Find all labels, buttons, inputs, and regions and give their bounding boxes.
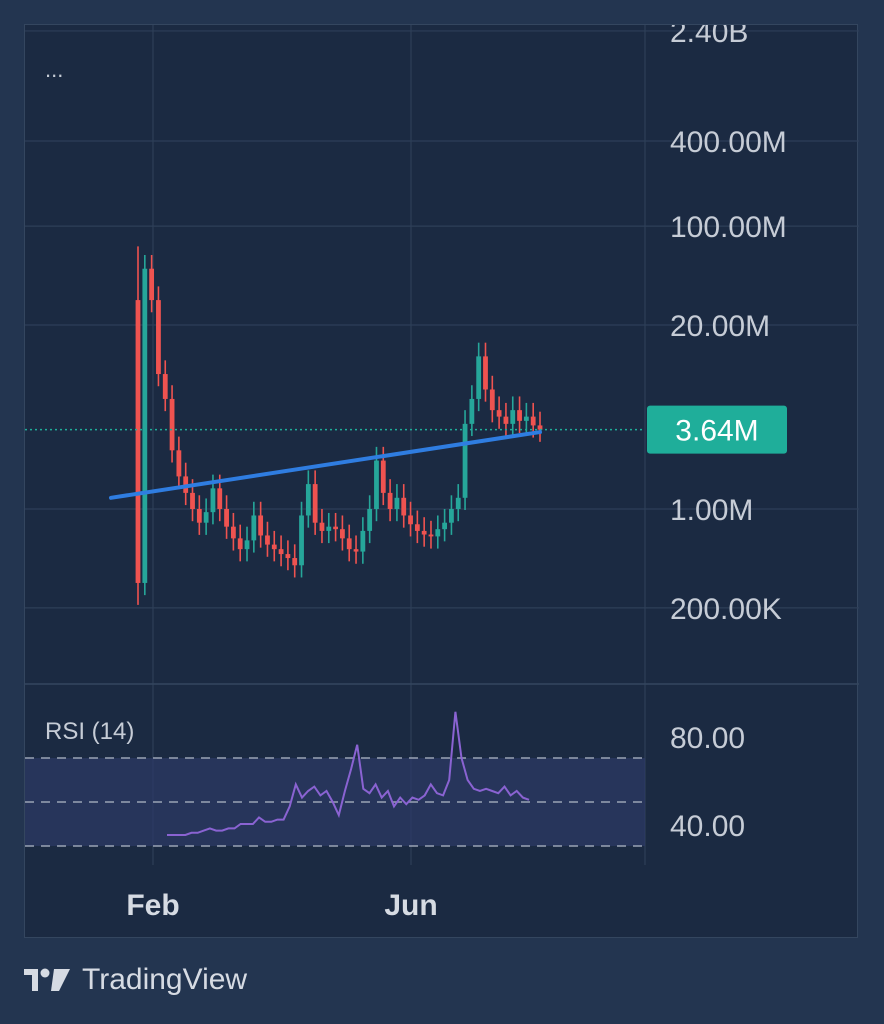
candle-body xyxy=(312,484,318,523)
candle-body xyxy=(224,509,229,527)
candle-body xyxy=(340,529,345,539)
candle-body xyxy=(510,410,516,424)
candle-body xyxy=(258,515,264,536)
price-tick-label: 20.00M xyxy=(670,310,770,343)
candle-body xyxy=(360,530,366,552)
candle-body xyxy=(374,460,379,509)
trendline[interactable] xyxy=(109,430,542,500)
candle-body xyxy=(483,356,488,390)
current-price-badge: 3.64M xyxy=(647,405,787,454)
candle-body xyxy=(387,492,393,509)
candle-body xyxy=(476,356,482,399)
price-tick-label: 200.00K xyxy=(670,593,782,626)
menu-dots-icon[interactable]: ... xyxy=(45,57,63,82)
candle-body xyxy=(326,526,332,531)
candle-body xyxy=(244,540,250,550)
candle-body xyxy=(401,497,407,516)
candle-body xyxy=(230,526,236,539)
candle-body xyxy=(408,515,413,525)
candle-body xyxy=(162,374,168,399)
brand[interactable]: TradingView xyxy=(24,958,247,1002)
time-tick-feb: Feb xyxy=(126,889,179,922)
candle-body xyxy=(299,515,304,566)
candle-body xyxy=(305,484,311,516)
candle-body xyxy=(421,530,427,535)
price-tick-label: 2.40B xyxy=(670,25,748,49)
current-price-label: 3.64M xyxy=(675,415,758,448)
candle-body xyxy=(469,398,475,424)
candle-body xyxy=(271,544,277,550)
candle-body xyxy=(462,423,468,498)
candle-body xyxy=(285,554,291,559)
candle-body xyxy=(394,497,400,509)
candle-body xyxy=(292,558,298,566)
price-tick-label: 1.00M xyxy=(670,494,753,527)
candle-body xyxy=(237,538,243,550)
candle-body xyxy=(203,512,209,523)
candle-body xyxy=(523,416,529,421)
candle-body xyxy=(530,416,536,426)
rsi-tick-80: 80.00 xyxy=(670,722,745,755)
candle-body xyxy=(428,534,434,537)
rsi-title: RSI (14) xyxy=(45,718,134,745)
candle-body xyxy=(190,492,195,509)
candle-body xyxy=(265,535,270,545)
chart-frame[interactable]: 2.40B 400.00M 100.00M 20.00M 1.00M 200.00K 3.… xyxy=(24,24,859,939)
candle-body xyxy=(251,515,257,541)
candle-body xyxy=(319,522,325,531)
price-tick-label: 100.00M xyxy=(670,211,787,244)
candle-body xyxy=(449,509,454,523)
candle-body xyxy=(414,524,420,531)
candle-body xyxy=(156,300,161,375)
candle-body xyxy=(196,509,202,523)
tradingview-logo-icon xyxy=(24,968,70,991)
candle-body xyxy=(346,538,352,550)
price-axis[interactable]: 2.40B 400.00M 100.00M 20.00M 1.00M 200.00K xyxy=(670,25,787,626)
candle-body xyxy=(135,300,141,583)
candle-body xyxy=(442,522,448,530)
candle-body xyxy=(455,497,461,509)
candle-body xyxy=(367,509,373,531)
time-tick-jun: Jun xyxy=(384,889,437,922)
candle-body xyxy=(217,488,223,509)
candle-body xyxy=(149,268,155,301)
time-grid xyxy=(152,25,646,865)
candle-body xyxy=(333,526,338,530)
candle-body xyxy=(176,450,182,477)
chart-canvas[interactable]: 2.40B 400.00M 100.00M 20.00M 1.00M 200.00K 3.… xyxy=(25,25,859,939)
rsi-tick-40: 40.00 xyxy=(670,810,745,843)
candle-body xyxy=(278,549,284,555)
candle-body xyxy=(169,398,175,451)
candle-body xyxy=(435,529,441,537)
candle-body xyxy=(503,416,509,424)
brand-name: TradingView xyxy=(82,963,248,996)
candle-body xyxy=(353,549,359,552)
candle-body xyxy=(210,488,216,513)
candle-body xyxy=(517,410,522,421)
candle-body xyxy=(489,389,495,411)
candle-body xyxy=(496,410,502,417)
candle-body xyxy=(142,268,148,583)
candles xyxy=(135,246,543,605)
candle-body xyxy=(380,460,386,493)
price-tick-label: 400.00M xyxy=(670,126,787,159)
